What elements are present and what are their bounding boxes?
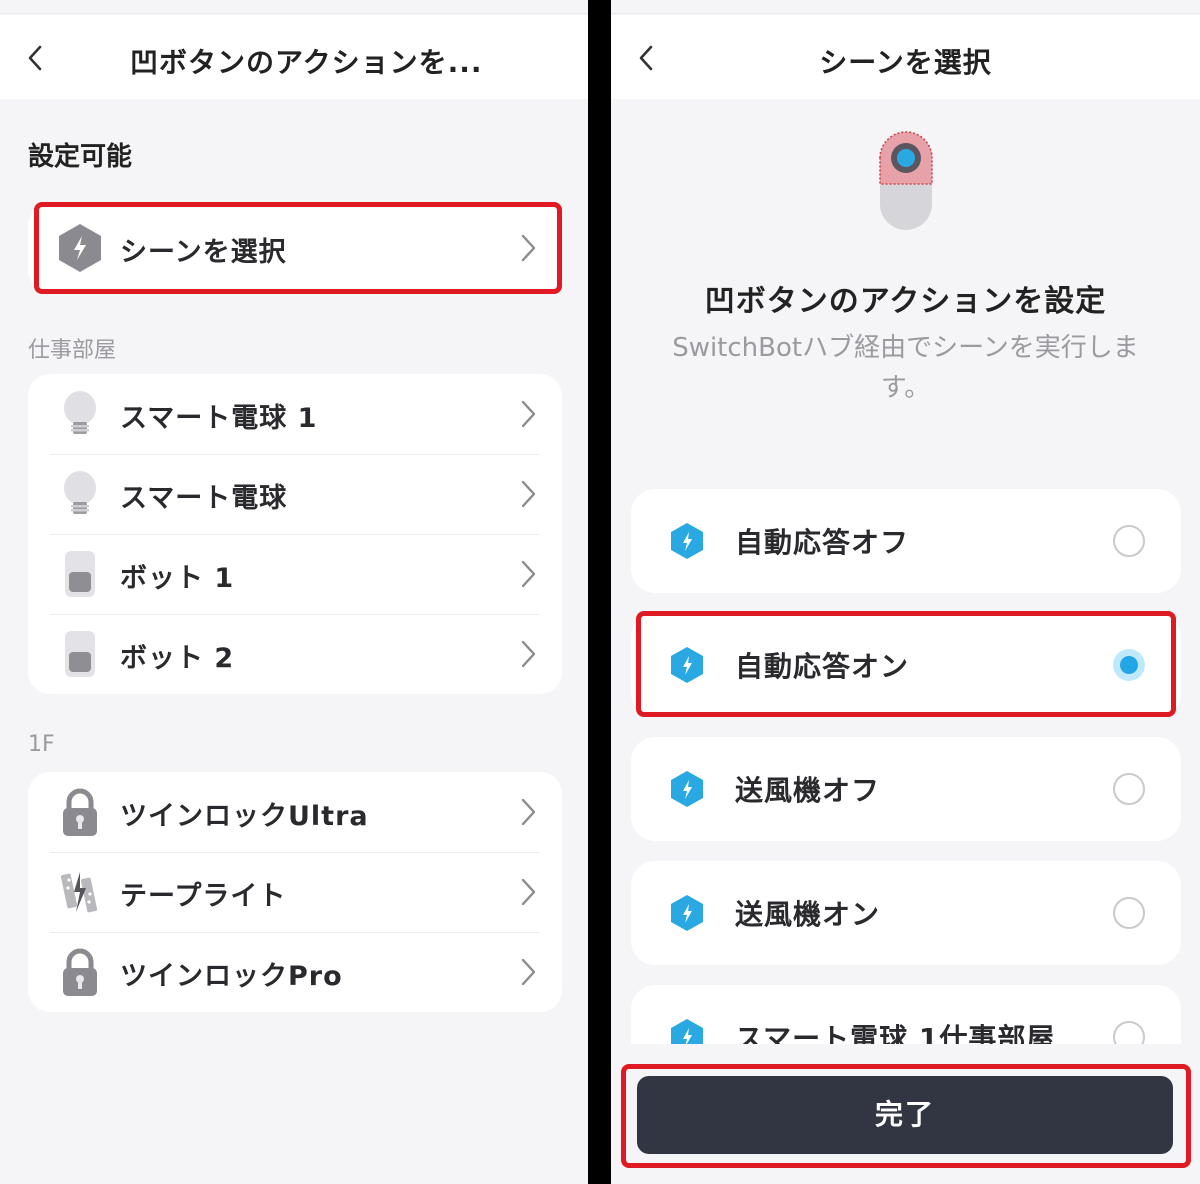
left-header: 凹ボタンのアクションを... — [0, 15, 588, 99]
chevron-right-icon — [521, 798, 536, 826]
bot-icon — [65, 631, 95, 677]
device-row-tape-light[interactable]: テープライト — [28, 852, 562, 932]
chevron-right-icon — [521, 560, 536, 588]
highlight-box-done-button — [621, 1064, 1191, 1168]
device-label: テープライト — [120, 881, 287, 912]
action-description: SwitchBotハブ経由でシーンを実行します。 — [672, 333, 1139, 403]
scene-label: スマート電球 1仕事部屋 — [735, 1022, 1056, 1044]
scene-bolt-hex-icon — [671, 1019, 703, 1044]
bulb-icon — [64, 471, 96, 514]
right-screen: シーンを選択 凹ボタンのアクションを設定 SwitchBotハブ経由でシーンを実… — [611, 0, 1200, 1184]
status-bar-strip — [611, 0, 1200, 14]
scene-item[interactable]: 自動応答オフ — [631, 489, 1181, 593]
right-header: シーンを選択 — [611, 15, 1200, 99]
device-row-bot-2[interactable]: ボット 2 — [28, 614, 562, 694]
back-chevron-icon[interactable] — [22, 41, 48, 75]
device-label: ボット 2 — [120, 643, 235, 674]
scene-bolt-hex-icon — [671, 895, 703, 931]
bot-icon — [65, 551, 95, 597]
page-title: 凹ボタンのアクションを... — [130, 46, 483, 79]
status-bar-strip — [0, 0, 588, 14]
scene-item[interactable]: 送風機オフ — [631, 737, 1181, 841]
device-label: ツインロックPro — [120, 961, 343, 992]
padlock-icon — [63, 788, 97, 836]
scene-list: 自動応答オフ 自動応答オン 送風機オフ 送風機オン スマート電球 1仕事部屋 — [611, 470, 1200, 1044]
scene-radio[interactable] — [1113, 1021, 1145, 1044]
group-label-1f: 1F — [28, 732, 55, 757]
padlock-icon — [63, 948, 97, 996]
scene-radio[interactable] — [1113, 897, 1145, 929]
device-label: スマート電球 — [120, 483, 288, 514]
device-label: ツインロックUltra — [120, 801, 369, 832]
scene-item[interactable]: スマート電球 1仕事部屋 — [631, 985, 1181, 1044]
chevron-right-icon — [521, 878, 536, 906]
left-screen: 凹ボタンのアクションを... 設定可能 シーンを選択 仕事部屋 スマート電球 1 — [0, 0, 588, 1184]
scene-bolt-hex-icon — [671, 771, 703, 807]
scene-radio[interactable] — [1113, 773, 1145, 805]
device-group-workroom: スマート電球 1 スマート電球 ボット 1 ボット 2 — [28, 374, 562, 694]
page-title: シーンを選択 — [819, 46, 992, 79]
scene-label: 送風機オン — [735, 898, 881, 931]
device-row-bot-1[interactable]: ボット 1 — [28, 534, 562, 614]
highlight-box-scene-select — [34, 202, 562, 294]
device-label: スマート電球 1 — [120, 403, 318, 434]
scene-item[interactable]: 送風機オン — [631, 861, 1181, 965]
device-row-twin-lock-pro[interactable]: ツインロックPro — [28, 932, 562, 1012]
scene-label: 送風機オフ — [735, 774, 881, 807]
button-device-icon — [879, 131, 933, 230]
device-row-bulb[interactable]: スマート電球 — [28, 454, 562, 534]
tape-light-icon — [60, 872, 98, 913]
device-group-1f: ツインロックUltra テープライト ツインロックPro — [28, 772, 562, 1012]
chevron-right-icon — [521, 640, 536, 668]
scene-bolt-hex-icon — [671, 523, 703, 559]
configurable-heading: 設定可能 — [28, 142, 133, 172]
device-row-bulb-1[interactable]: スマート電球 1 — [28, 374, 562, 454]
chevron-right-icon — [521, 400, 536, 428]
highlight-box-selected-scene — [636, 611, 1176, 717]
chevron-right-icon — [521, 958, 536, 986]
scene-label: 自動応答オフ — [735, 526, 910, 559]
action-title: 凹ボタンのアクションを設定 — [704, 284, 1107, 319]
chevron-right-icon — [521, 480, 536, 508]
group-label-workroom: 仕事部屋 — [28, 338, 117, 363]
device-label: ボット 1 — [120, 563, 235, 594]
bulb-icon — [64, 391, 96, 434]
scene-radio[interactable] — [1113, 525, 1145, 557]
device-row-twin-lock-ultra[interactable]: ツインロックUltra — [28, 772, 562, 852]
